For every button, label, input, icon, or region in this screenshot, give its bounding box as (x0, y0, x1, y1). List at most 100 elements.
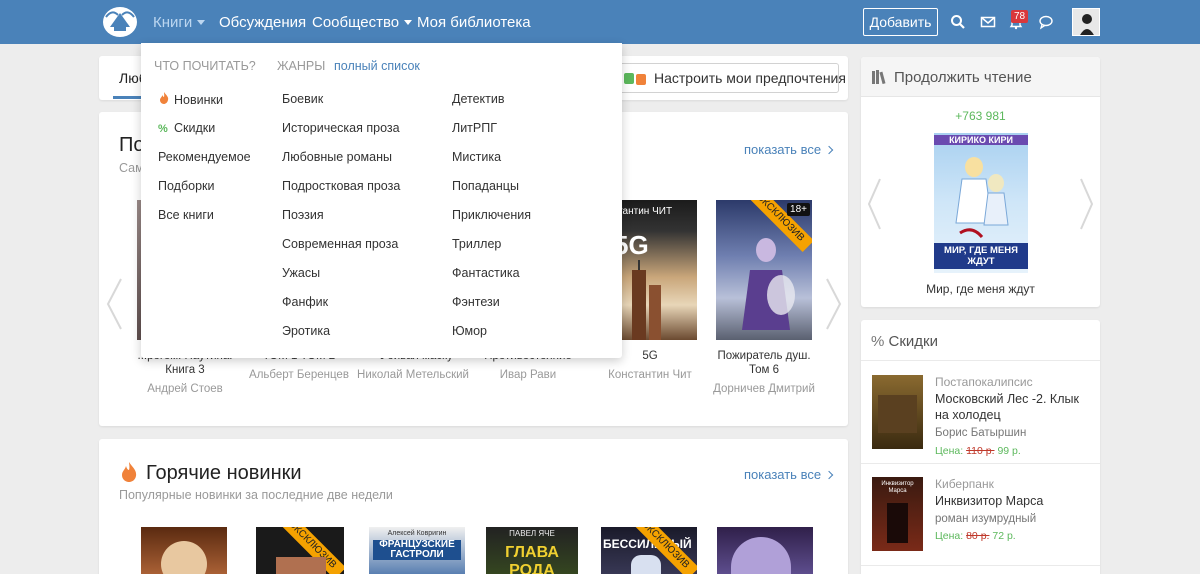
show-all-link[interactable]: показать все (744, 142, 834, 157)
book-cover[interactable]: ЭКСКЛЮЗИВ 18+ (716, 200, 812, 340)
search-icon[interactable] (950, 14, 966, 30)
reads-counter: +763 981 (955, 109, 1006, 123)
book-cover[interactable] (717, 527, 813, 574)
book-title-line[interactable]: Пожиратель душ. (706, 349, 822, 363)
fire-icon (160, 92, 169, 104)
book-author[interactable]: Николай Метельский (355, 368, 471, 383)
genre-link[interactable]: Приключения (452, 208, 531, 222)
genre-link[interactable]: ЛитРПГ (452, 121, 497, 135)
books-icon (872, 70, 886, 84)
book-price: Цена: 80 р. 72 р. (935, 530, 1016, 542)
genre-link[interactable]: Современная проза (282, 237, 398, 251)
genre-link[interactable]: Поэзия (282, 208, 324, 222)
genre-link[interactable]: Детектив (452, 92, 505, 106)
book-cover[interactable]: ПАВЕЛ ЯЧЕ ГЛАВА РОДА (486, 527, 578, 574)
thumbs-down-icon (636, 74, 646, 85)
thumbs-up-icon (624, 73, 634, 84)
cover-art-icon (955, 157, 1009, 239)
mail-icon[interactable] (980, 14, 996, 30)
book-title[interactable]: Инквизитор Марса (935, 493, 1095, 509)
full-list-link[interactable]: полный список (334, 59, 420, 73)
book-author[interactable]: Ивар Рави (470, 368, 586, 382)
chevron-down-icon (197, 20, 206, 25)
discounts-widget: % Скидки Постапокалипсис Московский Лес … (861, 320, 1100, 574)
genre-link[interactable]: Мистика (452, 150, 501, 164)
dropdown-item-collections[interactable]: Подборки (158, 179, 214, 193)
book-title-line[interactable]: Том 6 (706, 363, 822, 377)
dropdown-item-recommended[interactable]: Рекомендуемое (158, 150, 251, 164)
section-subtitle: Сам (119, 161, 144, 175)
genre-link[interactable]: Фэнтези (452, 295, 500, 309)
dropdown-item-discounts[interactable]: % Скидки (158, 121, 215, 135)
genre-link[interactable]: Фантастика (452, 266, 520, 280)
nav-community[interactable]: Сообщество (312, 14, 413, 31)
book-cover[interactable] (141, 527, 227, 574)
genre-link[interactable]: Фанфик (282, 295, 328, 309)
genre-link[interactable]: Ужасы (282, 266, 320, 280)
divider (861, 360, 1100, 361)
book-cover[interactable]: ЭКСКЛЮЗИВ (256, 527, 344, 574)
book-author[interactable]: Дорничев Дмитрий (706, 382, 822, 396)
widget-header: Продолжить чтение (861, 57, 1100, 97)
nav-books[interactable]: Книги (153, 14, 206, 31)
book-genre[interactable]: Киберпанк (935, 477, 994, 491)
dropdown-item-new[interactable]: Новинки (158, 92, 223, 107)
book-cover[interactable]: КИРИКО КИРИ МИР, ГДЕ МЕНЯ ЖДУТ (934, 133, 1028, 273)
book-author[interactable]: Андрей Стоев (127, 382, 243, 396)
dropdown-heading-genres: ЖАНРЫ (277, 59, 326, 73)
carousel-next-icon[interactable] (1079, 177, 1095, 231)
hot-new-section: Горячие новинки Популярные новинки за по… (99, 439, 848, 574)
genre-link[interactable]: Юмор (452, 324, 487, 338)
chevron-right-icon (824, 145, 834, 155)
widget-title: % Скидки (871, 333, 938, 350)
genre-link[interactable]: Эротика (282, 324, 330, 338)
carousel-prev-icon[interactable] (105, 277, 123, 331)
book-cover[interactable]: Инквизитор Марса (872, 477, 923, 551)
logo-icon[interactable] (102, 5, 138, 39)
nav-discussions[interactable]: Обсуждения (219, 14, 306, 31)
book-author[interactable]: Константин Чит (592, 368, 708, 382)
book-cover[interactable]: Алексей Ковригин ФРАНЦУЗСКИЕ ГАСТРОЛИ (369, 527, 465, 574)
book-author[interactable]: роман изумрудный (935, 513, 1036, 525)
divider (861, 463, 1100, 464)
age-rating-badge: 18+ (787, 203, 810, 216)
nav-my-library[interactable]: Моя библиотека (417, 14, 531, 31)
add-button[interactable]: Добавить (863, 8, 938, 36)
preferences-button[interactable]: Настроить мои предпочтения (613, 63, 846, 93)
dropdown-heading-read: ЧТО ПОЧИТАТЬ? (154, 59, 256, 73)
book-cover[interactable]: БЕССИЛЬНЫЙ ЭКСКЛЮЗИВ (601, 527, 697, 574)
tower-icon (632, 260, 661, 340)
book-title[interactable]: Мир, где меня ждут (861, 282, 1100, 296)
continue-reading-widget: Продолжить чтение +763 981 КИРИКО КИРИ М… (861, 57, 1100, 307)
book-title[interactable]: Московский Лес -2. Клык на холодец (935, 391, 1095, 423)
user-silhouette-icon (1073, 9, 1099, 35)
fire-icon (122, 462, 137, 482)
books-dropdown-menu: ЧТО ПОЧИТАТЬ? ЖАНРЫ полный список Новинк… (141, 43, 622, 358)
discount-item[interactable]: Инквизитор Марса Киберпанк Инквизитор Ма… (861, 477, 1100, 574)
genre-link[interactable]: Попаданцы (452, 179, 519, 193)
genre-link[interactable]: Любовные романы (282, 150, 392, 164)
percent-icon: % (158, 123, 168, 135)
book-genre[interactable]: Постапокалипсис (935, 375, 1033, 389)
notifications-badge: 78 (1011, 10, 1029, 23)
genre-link[interactable]: Историческая проза (282, 121, 400, 135)
chat-bubble-icon[interactable] (1038, 14, 1054, 30)
book-title-line[interactable]: Книга 3 (127, 363, 243, 377)
avatar[interactable] (1072, 8, 1100, 36)
book-author[interactable]: Альберт Беренцев (241, 368, 357, 382)
section-subtitle: Популярные новинки за последние две неде… (119, 488, 393, 502)
cover-art-icon (742, 238, 795, 330)
carousel-prev-icon[interactable] (866, 177, 882, 231)
carousel-next-icon[interactable] (825, 277, 843, 331)
genre-link[interactable]: Подростковая проза (282, 179, 400, 193)
chevron-right-icon (824, 470, 834, 480)
genre-link[interactable]: Триллер (452, 237, 501, 251)
divider (861, 565, 1100, 566)
dropdown-item-all-books[interactable]: Все книги (158, 208, 214, 222)
book-author[interactable]: Борис Батыршин (935, 427, 1026, 439)
discount-item[interactable]: Постапокалипсис Московский Лес -2. Клык … (861, 375, 1100, 475)
genre-link[interactable]: Боевик (282, 92, 323, 106)
section-title: Горячие новинки (146, 462, 302, 484)
book-cover[interactable] (872, 375, 923, 449)
show-all-link[interactable]: показать все (744, 467, 834, 482)
